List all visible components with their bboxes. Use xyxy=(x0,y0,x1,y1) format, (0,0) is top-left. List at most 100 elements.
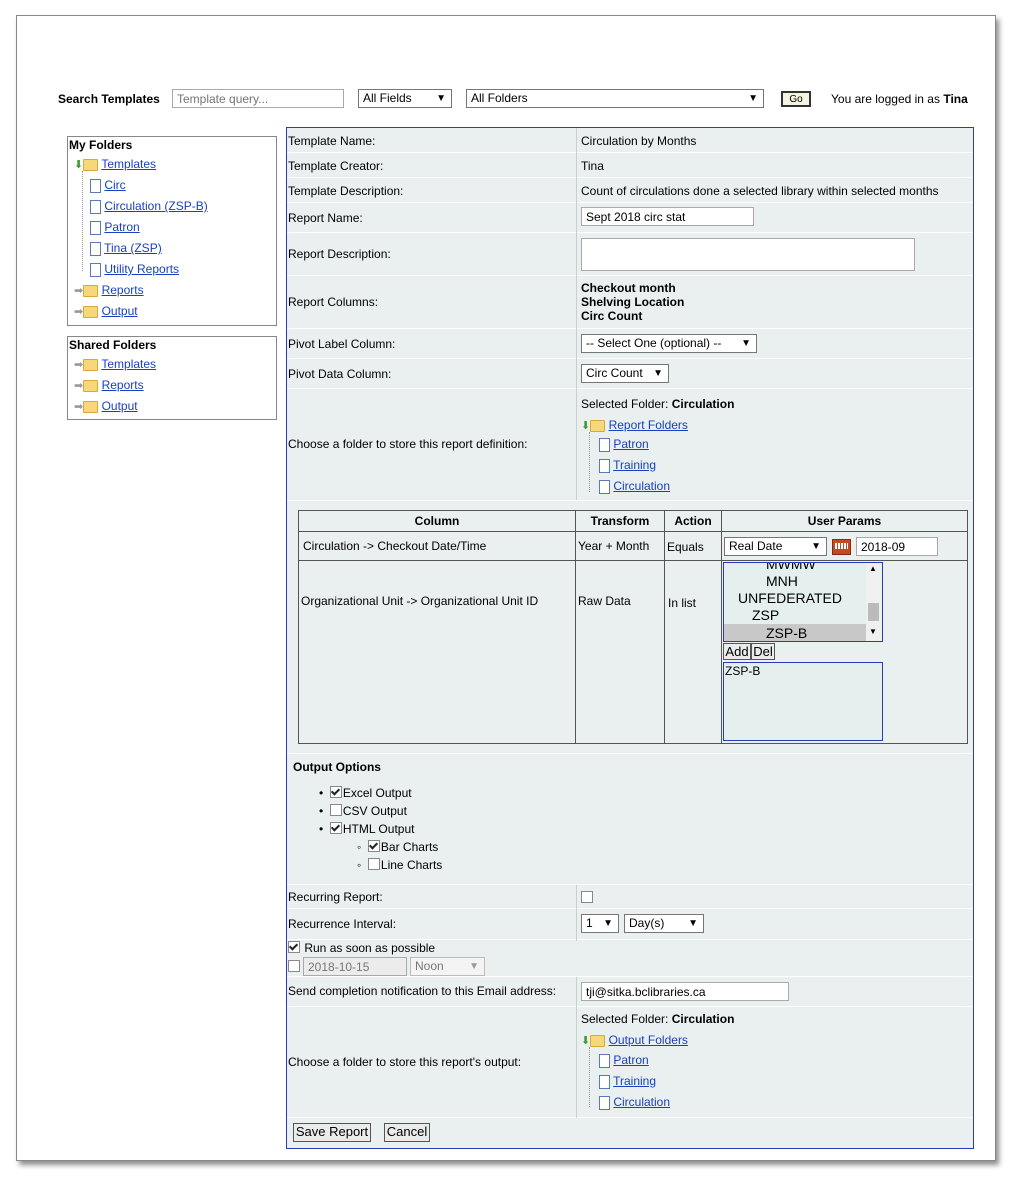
output-options-title: Output Options xyxy=(293,760,381,774)
template-name-value: Circulation by Months xyxy=(581,134,697,148)
document-icon xyxy=(90,199,101,214)
folder-tree-label[interactable]: Training xyxy=(613,1074,656,1088)
bar-charts-checkbox[interactable] xyxy=(367,840,380,852)
templates-folder[interactable]: ⬇ Templates xyxy=(74,157,156,171)
recurring-checkbox[interactable] xyxy=(581,891,593,903)
field-label: Recurrence Interval: xyxy=(288,917,397,931)
excel-output-option[interactable]: • Excel Output xyxy=(319,786,412,800)
org-unit-listbox[interactable]: MWMW MNH UNFEDERATED ZSP ZSP-B ▲ ▼ xyxy=(723,562,883,642)
tree-item[interactable]: Circulation (ZSP-B) xyxy=(90,199,208,214)
folder-tree-label[interactable]: Circulation xyxy=(613,479,670,493)
html-output-option[interactable]: • HTML Output xyxy=(319,822,414,836)
tree-item-label[interactable]: Utility Reports xyxy=(104,262,179,276)
folder-tree-item[interactable]: Patron xyxy=(599,1053,649,1068)
date-type-select[interactable]: Real Date ▼ xyxy=(724,537,827,556)
csv-checkbox[interactable] xyxy=(329,804,342,816)
report-folders-root[interactable]: ⬇ Report Folders xyxy=(581,418,688,432)
templates-link[interactable]: Templates xyxy=(101,157,156,171)
chevron-down-icon: ▼ xyxy=(688,918,698,929)
cancel-button[interactable]: Cancel xyxy=(384,1123,430,1142)
list-option[interactable]: ZSP xyxy=(752,607,779,623)
run-time-select[interactable]: Noon ▼ xyxy=(410,957,485,976)
del-button[interactable]: Del xyxy=(751,643,775,660)
tree-item-label[interactable]: Circulation (ZSP-B) xyxy=(104,199,207,213)
interval-unit-select[interactable]: Day(s) ▼ xyxy=(624,914,704,933)
line-charts-option[interactable]: ◦ Line Charts xyxy=(357,858,442,872)
template-desc-row: Template Description: Count of circulati… xyxy=(287,178,973,203)
interval-number-select[interactable]: 1 ▼ xyxy=(581,914,619,933)
report-folders-link[interactable]: Report Folders xyxy=(609,418,688,432)
tree-item[interactable]: Tina (ZSP) xyxy=(90,241,162,256)
go-button[interactable]: Go xyxy=(781,91,811,107)
list-option[interactable]: MNH xyxy=(766,573,798,589)
html-checkbox[interactable] xyxy=(329,822,342,834)
selected-folder-prefix: Selected Folder: xyxy=(581,397,669,411)
output-folders-link[interactable]: Output Folders xyxy=(609,1033,688,1047)
tree-item-label[interactable]: Circ xyxy=(104,178,125,192)
scroll-down-icon[interactable]: ▼ xyxy=(869,627,877,636)
interval-unit-value: Day(s) xyxy=(629,916,665,930)
listbox-scrollbar[interactable]: ▲ ▼ xyxy=(866,563,881,641)
selected-org-units-listbox[interactable]: ZSP-B xyxy=(723,662,883,741)
pivot-label-select[interactable]: -- Select One (optional) -- ▼ xyxy=(581,334,757,353)
email-input[interactable] xyxy=(581,982,789,1001)
output-link[interactable]: Output xyxy=(102,304,138,318)
report-name-input[interactable] xyxy=(581,207,754,226)
folder-tree-label[interactable]: Patron xyxy=(613,437,648,451)
shared-output-folder[interactable]: ➡ Output xyxy=(74,399,138,413)
folder-icon xyxy=(590,419,606,432)
date-value-input[interactable] xyxy=(856,537,938,556)
folder-tree-item[interactable]: Circulation xyxy=(599,1095,670,1110)
my-folders-title: My Folders xyxy=(69,138,133,152)
run-date-input[interactable] xyxy=(303,957,407,976)
interval-number-value: 1 xyxy=(586,916,593,930)
scroll-up-icon[interactable]: ▲ xyxy=(869,564,877,573)
bar-charts-option[interactable]: ◦ Bar Charts xyxy=(357,840,438,854)
folder-tree-item[interactable]: Patron xyxy=(599,437,649,452)
pivot-data-select[interactable]: Circ Count ▼ xyxy=(581,364,669,383)
folder-tree-label[interactable]: Circulation xyxy=(613,1095,670,1109)
list-option[interactable]: UNFEDERATED xyxy=(738,590,842,606)
transform-header: Transform xyxy=(590,514,650,528)
scroll-thumb[interactable] xyxy=(868,603,879,621)
run-asap-option[interactable]: Run as soon as possible xyxy=(288,941,435,955)
shared-reports-link[interactable]: Reports xyxy=(102,378,144,392)
csv-output-option[interactable]: • CSV Output xyxy=(319,804,407,818)
template-query-input[interactable] xyxy=(172,89,344,108)
line-charts-checkbox[interactable] xyxy=(367,858,380,870)
list-option-selected[interactable]: ZSP-B xyxy=(724,624,866,641)
selected-option[interactable]: ZSP-B xyxy=(725,664,760,678)
template-desc-value: Count of circulations done a selected li… xyxy=(581,184,939,198)
tree-item[interactable]: Utility Reports xyxy=(90,262,179,277)
shared-templates-link[interactable]: Templates xyxy=(101,357,156,371)
document-icon xyxy=(599,1074,610,1089)
folder-tree-label[interactable]: Patron xyxy=(613,1053,648,1067)
output-folder[interactable]: ➡ Output xyxy=(74,304,138,318)
tree-item-label[interactable]: Tina (ZSP) xyxy=(104,241,162,255)
reports-folder[interactable]: ➡ Reports xyxy=(74,283,144,297)
shared-templates-folder[interactable]: ➡ Templates xyxy=(74,357,156,371)
add-button[interactable]: Add xyxy=(723,643,751,660)
reports-link[interactable]: Reports xyxy=(102,283,144,297)
excel-checkbox[interactable] xyxy=(329,786,342,798)
scheduled-run-checkbox[interactable] xyxy=(288,960,300,972)
tree-item-label[interactable]: Patron xyxy=(104,220,139,234)
shared-reports-folder[interactable]: ➡ Reports xyxy=(74,378,144,392)
save-report-button[interactable]: Save Report xyxy=(293,1123,371,1142)
list-option-label: ZSP-B xyxy=(766,625,808,641)
folder-select[interactable]: All Folders ▼ xyxy=(466,89,764,108)
folder-tree-item[interactable]: Circulation xyxy=(599,479,670,494)
tree-item[interactable]: Circ xyxy=(90,178,126,193)
output-folders-root[interactable]: ⬇ Output Folders xyxy=(581,1033,688,1047)
tree-item[interactable]: Patron xyxy=(90,220,140,235)
field-select[interactable]: All Fields ▼ xyxy=(358,89,452,108)
shared-output-link[interactable]: Output xyxy=(102,399,138,413)
list-option[interactable]: MWMW xyxy=(766,563,816,572)
report-description-textarea[interactable] xyxy=(581,238,915,271)
field-label: Choose a folder to store this report's o… xyxy=(288,1055,522,1069)
folder-tree-item[interactable]: Training xyxy=(599,1074,656,1089)
folder-tree-label[interactable]: Training xyxy=(613,458,656,472)
run-asap-checkbox[interactable] xyxy=(288,941,300,953)
calendar-icon[interactable] xyxy=(832,539,851,555)
folder-tree-item[interactable]: Training xyxy=(599,458,656,473)
